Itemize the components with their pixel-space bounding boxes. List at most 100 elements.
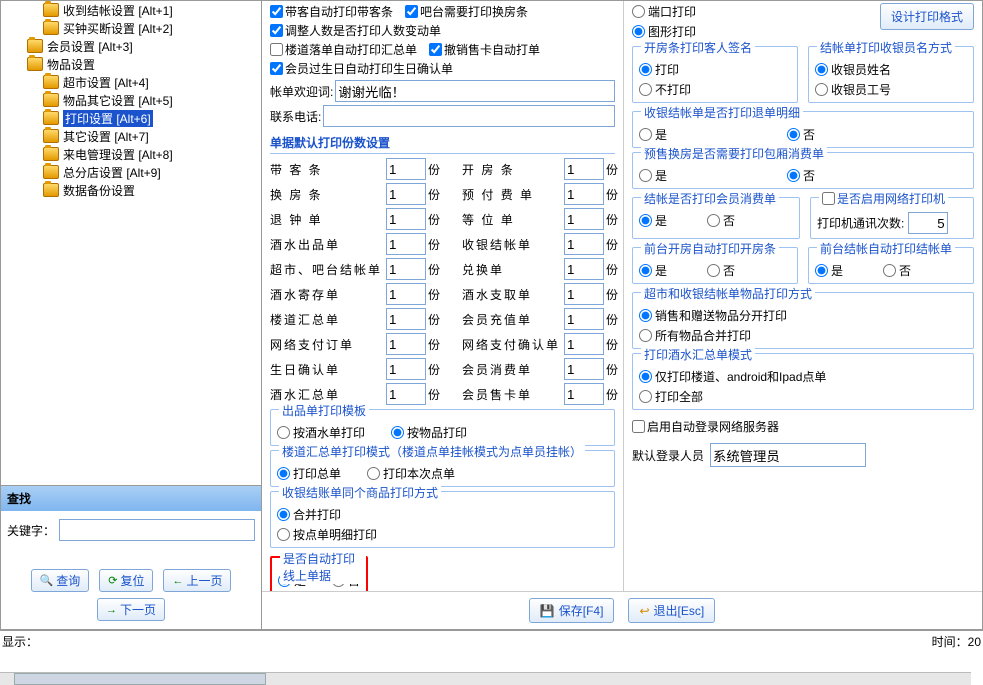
copies-input[interactable]: [386, 158, 426, 180]
g4-title: 是否自动打印线上单据: [280, 550, 366, 584]
keyword-input[interactable]: [59, 519, 255, 541]
chk-renshu[interactable]: 调整人数是否打印人数变动单: [270, 22, 441, 39]
chk-daike[interactable]: 带客自动打印带客条: [270, 3, 393, 20]
copies-input[interactable]: [386, 358, 426, 380]
rg6-a[interactable]: 仅打印楼道、android和Ipad点单: [639, 368, 967, 385]
rg5-a[interactable]: 销售和赠送物品分开打印: [639, 307, 967, 324]
rg4-0-title: 前台开房自动打印开房条: [641, 240, 779, 257]
reset-button[interactable]: ⟳复位: [99, 569, 153, 592]
copies-input[interactable]: [564, 233, 604, 255]
copies-input[interactable]: [386, 183, 426, 205]
copies-input[interactable]: [386, 333, 426, 355]
h-scrollbar[interactable]: [0, 672, 971, 685]
port-print[interactable]: 端口打印: [632, 3, 696, 20]
design-format-button[interactable]: 设计打印格式: [880, 3, 974, 30]
copies-input[interactable]: [564, 383, 604, 405]
folder-icon: [43, 75, 59, 89]
folder-icon: [43, 111, 59, 125]
copies-input[interactable]: [564, 258, 604, 280]
rg1-a[interactable]: 收银员姓名: [815, 61, 967, 78]
rg3a-b[interactable]: 否: [707, 212, 735, 229]
tree-label: 会员设置 [Alt+3]: [47, 38, 133, 55]
copies-input[interactable]: [386, 208, 426, 230]
rg6-title: 打印酒水汇总单模式: [641, 346, 755, 363]
rg0-a[interactable]: 打印: [639, 61, 791, 78]
tree-item[interactable]: 总分店设置 [Alt+9]: [5, 163, 257, 181]
search-icon: 🔍: [40, 574, 54, 587]
rg3a-a[interactable]: 是: [639, 212, 667, 229]
copies-input[interactable]: [564, 333, 604, 355]
copies-input[interactable]: [386, 383, 426, 405]
g2-opt-a[interactable]: 打印总单: [277, 465, 341, 482]
default-user-input[interactable]: [710, 443, 866, 467]
chk-birthday[interactable]: 会员过生日自动打印生日确认单: [270, 60, 453, 77]
g3-opt-a[interactable]: 合并打印: [277, 506, 608, 523]
rg2-0-b[interactable]: 否: [787, 126, 815, 143]
g1-opt-b[interactable]: 按物品打印: [391, 424, 467, 441]
next-page-button[interactable]: →下一页: [97, 598, 165, 621]
tree-label: 超市设置 [Alt+4]: [63, 74, 149, 91]
net-count-input[interactable]: [908, 212, 948, 234]
rg4-1-title: 前台结帐自动打印结帐单: [817, 240, 955, 257]
tree-item[interactable]: 来电管理设置 [Alt+8]: [5, 145, 257, 163]
prev-page-button[interactable]: ←上一页: [163, 569, 231, 592]
tree-item[interactable]: 其它设置 [Alt+7]: [5, 127, 257, 145]
rg4-1-b[interactable]: 否: [883, 262, 911, 279]
rg4-0-a[interactable]: 是: [639, 262, 667, 279]
rg2-0-a[interactable]: 是: [639, 126, 667, 143]
tree-item[interactable]: 数据备份设置: [5, 181, 257, 199]
g2-title: 楼道汇总单打印模式（楼道点单挂帐模式为点单员挂帐）: [279, 443, 585, 460]
copies-input[interactable]: [386, 258, 426, 280]
tree-item[interactable]: 会员设置 [Alt+3]: [5, 37, 257, 55]
welcome-label: 帐单欢迎词:: [270, 83, 333, 100]
tree-label: 买钟买断设置 [Alt+2]: [63, 20, 173, 37]
tree-label: 其它设置 [Alt+7]: [63, 128, 149, 145]
chk-loudao[interactable]: 楼道落单自动打印汇总单: [270, 41, 417, 58]
tree-item[interactable]: 物品其它设置 [Alt+5]: [5, 91, 257, 109]
copies-input[interactable]: [386, 308, 426, 330]
g1-opt-a[interactable]: 按酒水单打印: [277, 424, 365, 441]
exit-button[interactable]: ↩退出[Esc]: [628, 598, 715, 623]
save-button[interactable]: 💾保存[F4]: [529, 598, 615, 623]
tree-label: 收到结帐设置 [Alt+1]: [63, 2, 173, 19]
copies-input[interactable]: [564, 183, 604, 205]
chk-chexiao[interactable]: 撤销售卡自动打单: [429, 41, 540, 58]
g2-opt-b[interactable]: 打印本次点单: [367, 465, 455, 482]
tree-item[interactable]: 超市设置 [Alt+4]: [5, 73, 257, 91]
rg5-b[interactable]: 所有物品合并打印: [639, 327, 967, 344]
tree-label: 物品其它设置 [Alt+5]: [63, 92, 173, 109]
graphic-print[interactable]: 图形打印: [632, 23, 696, 40]
net-count-label: 打印机通讯次数:: [817, 217, 904, 231]
rg6-b[interactable]: 打印全部: [639, 388, 967, 405]
arrow-left-icon: ←: [172, 575, 183, 587]
rg1-b[interactable]: 收银员工号: [815, 81, 967, 98]
g3-opt-b[interactable]: 按点单明细打印: [277, 526, 608, 543]
copies-input[interactable]: [564, 358, 604, 380]
rg0-b[interactable]: 不打印: [639, 81, 791, 98]
copies-input[interactable]: [564, 158, 604, 180]
copies-input[interactable]: [386, 233, 426, 255]
copies-input[interactable]: [564, 208, 604, 230]
tree-item[interactable]: 买钟买断设置 [Alt+2]: [5, 19, 257, 37]
rg2-1-b[interactable]: 否: [787, 167, 815, 184]
auto-login-chk[interactable]: 启用自动登录网络服务器: [632, 418, 779, 435]
tree-item[interactable]: 打印设置 [Alt+6]: [5, 109, 257, 127]
chk-batai[interactable]: 吧台需要打印换房条: [405, 3, 528, 20]
query-button[interactable]: 🔍查询: [31, 569, 90, 592]
rg4-1-a[interactable]: 是: [815, 262, 843, 279]
copies-input[interactable]: [564, 308, 604, 330]
rg0-title: 开房条打印客人签名: [641, 39, 755, 56]
copies-input[interactable]: [386, 283, 426, 305]
tree-item[interactable]: 收到结帐设置 [Alt+1]: [5, 1, 257, 19]
welcome-input[interactable]: [335, 80, 615, 102]
net-printer-chk[interactable]: 是否启用网络打印机: [822, 190, 945, 207]
save-icon: 💾: [540, 604, 555, 618]
tree-label: 物品设置: [47, 56, 95, 73]
tree-item[interactable]: 物品设置: [5, 55, 257, 73]
rg4-0-b[interactable]: 否: [707, 262, 735, 279]
tel-input[interactable]: [323, 105, 615, 127]
copies-input[interactable]: [564, 283, 604, 305]
find-header: 查找: [1, 485, 261, 511]
rg1-title: 结帐单打印收银员名方式: [817, 39, 955, 56]
rg2-1-a[interactable]: 是: [639, 167, 667, 184]
